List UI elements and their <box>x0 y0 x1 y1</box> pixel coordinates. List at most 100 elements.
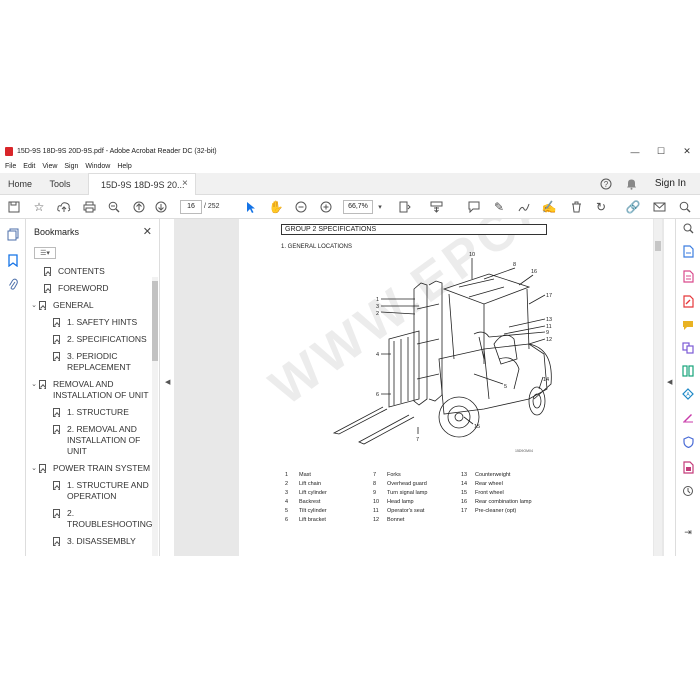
comment-tool-icon[interactable] <box>681 318 695 332</box>
bookmark-star-icon[interactable]: ☆ <box>31 199 47 215</box>
legend-column: 7 Forks 8 Overhead guard 9 Turn signal lamp… <box>373 471 427 525</box>
legend-item: 8 Overhead guard <box>373 481 427 487</box>
forklift-diagram: 10 8 16 17 1 3 2 13 11 9 12 4 6 14 5 15 <box>332 252 552 445</box>
collapse-right-panel-icon[interactable]: ◀ <box>667 378 672 386</box>
bookmark-flag-icon <box>39 464 46 473</box>
rotate-icon[interactable]: ↻ <box>593 199 609 215</box>
bookmark-flag-icon <box>53 481 60 490</box>
callout-label: 13 <box>546 317 552 323</box>
email-icon[interactable] <box>651 199 667 215</box>
menu-edit[interactable]: Edit <box>23 163 35 170</box>
bookmark-flag-icon <box>53 318 60 327</box>
expand-chevron-icon[interactable]: ⌄ <box>29 379 39 390</box>
bookmarks-options-button[interactable]: ☰▾ <box>34 247 56 259</box>
edit-pdf-icon[interactable] <box>681 294 695 308</box>
bookmark-label: 3. DISASSEMBLY <box>67 536 136 546</box>
menu-bar: File Edit View Sign Window Help <box>0 160 700 172</box>
document-scrollbar[interactable] <box>654 219 662 556</box>
tab-home[interactable]: Home <box>0 173 40 195</box>
comment-icon[interactable] <box>466 199 482 215</box>
bookmark-removal-installation-unit[interactable]: ⌄ REMOVAL AND INSTALLATION OF UNIT <box>26 379 152 401</box>
close-window-button[interactable]: ✕ <box>674 143 700 160</box>
bookmark-periodic-replacement[interactable]: 3. PERIODIC REPLACEMENT <box>26 351 152 373</box>
callout-label: 8 <box>513 262 516 268</box>
next-page-icon[interactable] <box>153 199 169 215</box>
expand-chevron-icon[interactable]: ⌄ <box>29 300 39 311</box>
tab-document-label: 15D-9S 18D-9S 20... <box>101 180 185 190</box>
menu-file[interactable]: File <box>5 163 16 170</box>
select-cursor-icon[interactable] <box>243 199 259 215</box>
bookmarks-close-icon[interactable]: ✕ <box>143 225 152 238</box>
minimize-button[interactable]: — <box>622 143 648 160</box>
bookmark-flag-icon <box>39 380 46 389</box>
cloud-upload-icon[interactable] <box>56 199 72 215</box>
create-pdf-icon[interactable] <box>681 269 695 283</box>
bookmark-contents[interactable]: CONTENTS <box>26 266 152 277</box>
protect-shield-icon[interactable] <box>681 435 695 449</box>
zoom-chevron-icon[interactable]: ▾ <box>376 199 384 215</box>
organize-pages-icon[interactable] <box>681 364 695 378</box>
export-pdf-icon[interactable] <box>681 244 695 258</box>
hand-tool-icon[interactable]: ✋ <box>268 199 284 215</box>
attachments-paperclip-icon[interactable] <box>6 277 20 291</box>
share-link-icon[interactable]: 🔗 <box>625 199 641 215</box>
bookmark-safety-hints[interactable]: 1. SAFETY HINTS <box>26 317 152 328</box>
fill-sign-icon[interactable]: ✍ <box>541 199 557 215</box>
zoom-search-icon[interactable] <box>106 199 122 215</box>
bookmark-general[interactable]: ⌄ GENERAL <box>26 300 152 311</box>
zoom-in-icon[interactable] <box>318 199 334 215</box>
delete-trash-icon[interactable] <box>568 199 584 215</box>
bookmark-troubleshooting[interactable]: 2. TROUBLESHOOTING <box>26 508 152 530</box>
print-icon[interactable] <box>81 199 97 215</box>
bookmark-foreword[interactable]: FOREWORD <box>26 283 152 294</box>
document-scrollbar-thumb[interactable] <box>655 241 661 251</box>
scan-ocr-icon[interactable]: A <box>681 387 695 401</box>
fill-sign-tool-icon[interactable] <box>681 410 695 424</box>
menu-window[interactable]: Window <box>85 163 110 170</box>
scrolling-mode-icon[interactable] <box>428 199 444 215</box>
more-tools-doc-icon[interactable] <box>681 460 695 474</box>
page-fit-icon[interactable] <box>396 199 412 215</box>
zoom-out-icon[interactable] <box>293 199 309 215</box>
search-text-icon[interactable] <box>677 199 693 215</box>
tools-search-icon[interactable] <box>681 221 695 235</box>
previous-page-icon[interactable] <box>131 199 147 215</box>
zoom-level-dropdown[interactable]: 66,7% <box>343 200 373 214</box>
bookmark-label: 1. SAFETY HINTS <box>67 317 138 327</box>
bookmark-specifications[interactable]: 2. SPECIFICATIONS <box>26 334 152 345</box>
legend-item: 17 Pre-cleaner (opt) <box>461 508 517 514</box>
expand-chevron-icon[interactable]: ⌄ <box>29 463 39 474</box>
menu-view[interactable]: View <box>42 163 57 170</box>
callout-label: 17 <box>546 293 552 299</box>
sign-in-link[interactable]: Sign In <box>655 173 686 195</box>
menu-help[interactable]: Help <box>117 163 131 170</box>
bookmark-label: GENERAL <box>53 300 94 310</box>
draw-freehand-icon[interactable] <box>516 199 532 215</box>
notifications-bell-icon[interactable] <box>625 178 637 190</box>
highlight-pen-icon[interactable]: ✎ <box>491 199 507 215</box>
main-toolbar: ☆ 16 / 252 ✋ 66,7% ▾ ✎ ✍ ↻ 🔗 <box>0 195 700 219</box>
protect-settings-icon[interactable] <box>681 484 695 498</box>
collapse-left-panel-icon[interactable]: ◀ <box>165 378 170 386</box>
figure-code: 15D9OM04 <box>515 449 533 453</box>
tab-tools[interactable]: Tools <box>40 173 80 195</box>
callout-label: 2 <box>376 311 379 317</box>
bookmark-disassembly[interactable]: 3. DISASSEMBLY <box>26 536 152 547</box>
page-number-input[interactable]: 16 <box>180 200 202 214</box>
expand-tools-pane-icon[interactable]: ⇥ <box>681 525 695 539</box>
tab-close-icon[interactable]: × <box>182 173 188 195</box>
help-icon[interactable]: ? <box>600 178 612 190</box>
bookmarks-scrollbar-thumb[interactable] <box>152 281 158 361</box>
bookmark-power-train-system[interactable]: ⌄ POWER TRAIN SYSTEM <box>26 463 152 474</box>
maximize-button[interactable]: ☐ <box>648 143 674 160</box>
bookmark-removal-installation-of-unit[interactable]: 2. REMOVAL AND INSTALLATION OF UNIT <box>26 424 152 457</box>
bookmarks-panel-icon[interactable] <box>6 253 20 267</box>
bookmark-structure-operation[interactable]: 1. STRUCTURE AND OPERATION <box>26 480 152 502</box>
menu-sign[interactable]: Sign <box>64 163 78 170</box>
tab-document[interactable]: 15D-9S 18D-9S 20... <box>88 173 196 195</box>
callout-label: 12 <box>546 337 552 343</box>
save-icon[interactable] <box>6 199 22 215</box>
bookmark-structure[interactable]: 1. STRUCTURE <box>26 407 152 418</box>
combine-files-icon[interactable] <box>681 341 695 355</box>
page-thumbnails-icon[interactable] <box>6 227 20 241</box>
